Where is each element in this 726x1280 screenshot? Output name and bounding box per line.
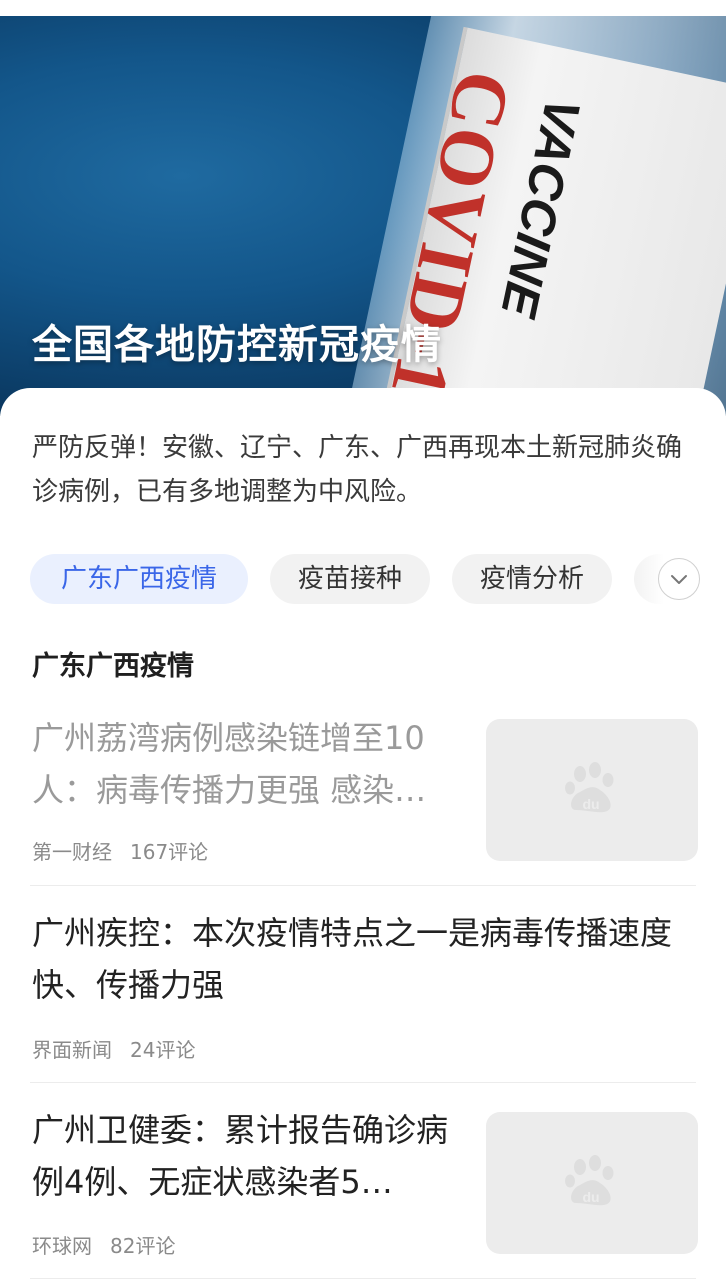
content-sheet: 严防反弹！安徽、辽宁、广东、广西再现本土新冠肺炎确诊病例，已有多地调整为中风险。… — [0, 388, 726, 1280]
divider — [30, 1278, 696, 1279]
baidu-paw-icon: du — [565, 1155, 614, 1206]
news-meta: 界面新闻 24评论 — [32, 1034, 213, 1063]
chevron-down-icon — [671, 575, 687, 584]
news-source: 界面新闻 — [32, 1038, 112, 1062]
divider — [30, 1082, 696, 1083]
news-title[interactable]: 广州荔湾病例感染链增至10人：病毒传播力更强 感染… — [32, 712, 462, 816]
topic-tabs: 广东广西疫情 疫苗接种 疫情分析 — [30, 554, 726, 606]
news-thumbnail[interactable]: du — [486, 1112, 698, 1254]
news-comments: 167评论 — [130, 840, 209, 864]
topic-summary: 严防反弹！安徽、辽宁、广东、广西再现本土新冠肺炎确诊病例，已有多地调整为中风险。 — [32, 433, 683, 507]
baidu-paw-icon: du — [565, 762, 614, 813]
news-source: 环球网 — [32, 1234, 92, 1258]
news-meta: 环球网 82评论 — [32, 1230, 193, 1259]
news-title[interactable]: 广州疾控：本次疫情特点之一是病毒传播速度快、传播力强 — [32, 907, 700, 1011]
tab-epidemic-analysis[interactable]: 疫情分析 — [452, 554, 612, 604]
svg-text:du: du — [582, 1189, 599, 1205]
status-bar-area — [0, 0, 726, 16]
news-comments: 82评论 — [110, 1234, 176, 1258]
news-source: 第一财经 — [32, 840, 112, 864]
page-title: 全国各地防控新冠疫情 — [32, 322, 442, 368]
news-item[interactable]: 广州卫健委：累计报告确诊病例4例、无症状感染者5… 环球网 82评论 du — [30, 1100, 698, 1260]
news-item[interactable]: 广州荔湾病例感染链增至10人：病毒传播力更强 感染… 第一财经 167评论 du — [30, 708, 698, 868]
expand-tabs-button[interactable] — [658, 558, 700, 600]
news-comments: 24评论 — [130, 1038, 196, 1062]
hero-banner[interactable]: COVID-19 VACCINE 全国各地防控新冠疫情 — [0, 16, 726, 416]
svg-text:du: du — [582, 796, 599, 812]
news-thumbnail[interactable]: du — [486, 719, 698, 861]
news-item[interactable]: 广州疾控：本次疫情特点之一是病毒传播速度快、传播力强 界面新闻 24评论 — [30, 903, 698, 1063]
tab-guangdong-guangxi[interactable]: 广东广西疫情 — [30, 554, 248, 604]
divider — [30, 885, 696, 886]
tab-vaccination[interactable]: 疫苗接种 — [270, 554, 430, 604]
section-title: 广东广西疫情 — [32, 651, 194, 682]
news-meta: 第一财经 167评论 — [32, 836, 226, 865]
news-title[interactable]: 广州卫健委：累计报告确诊病例4例、无症状感染者5… — [32, 1104, 462, 1208]
